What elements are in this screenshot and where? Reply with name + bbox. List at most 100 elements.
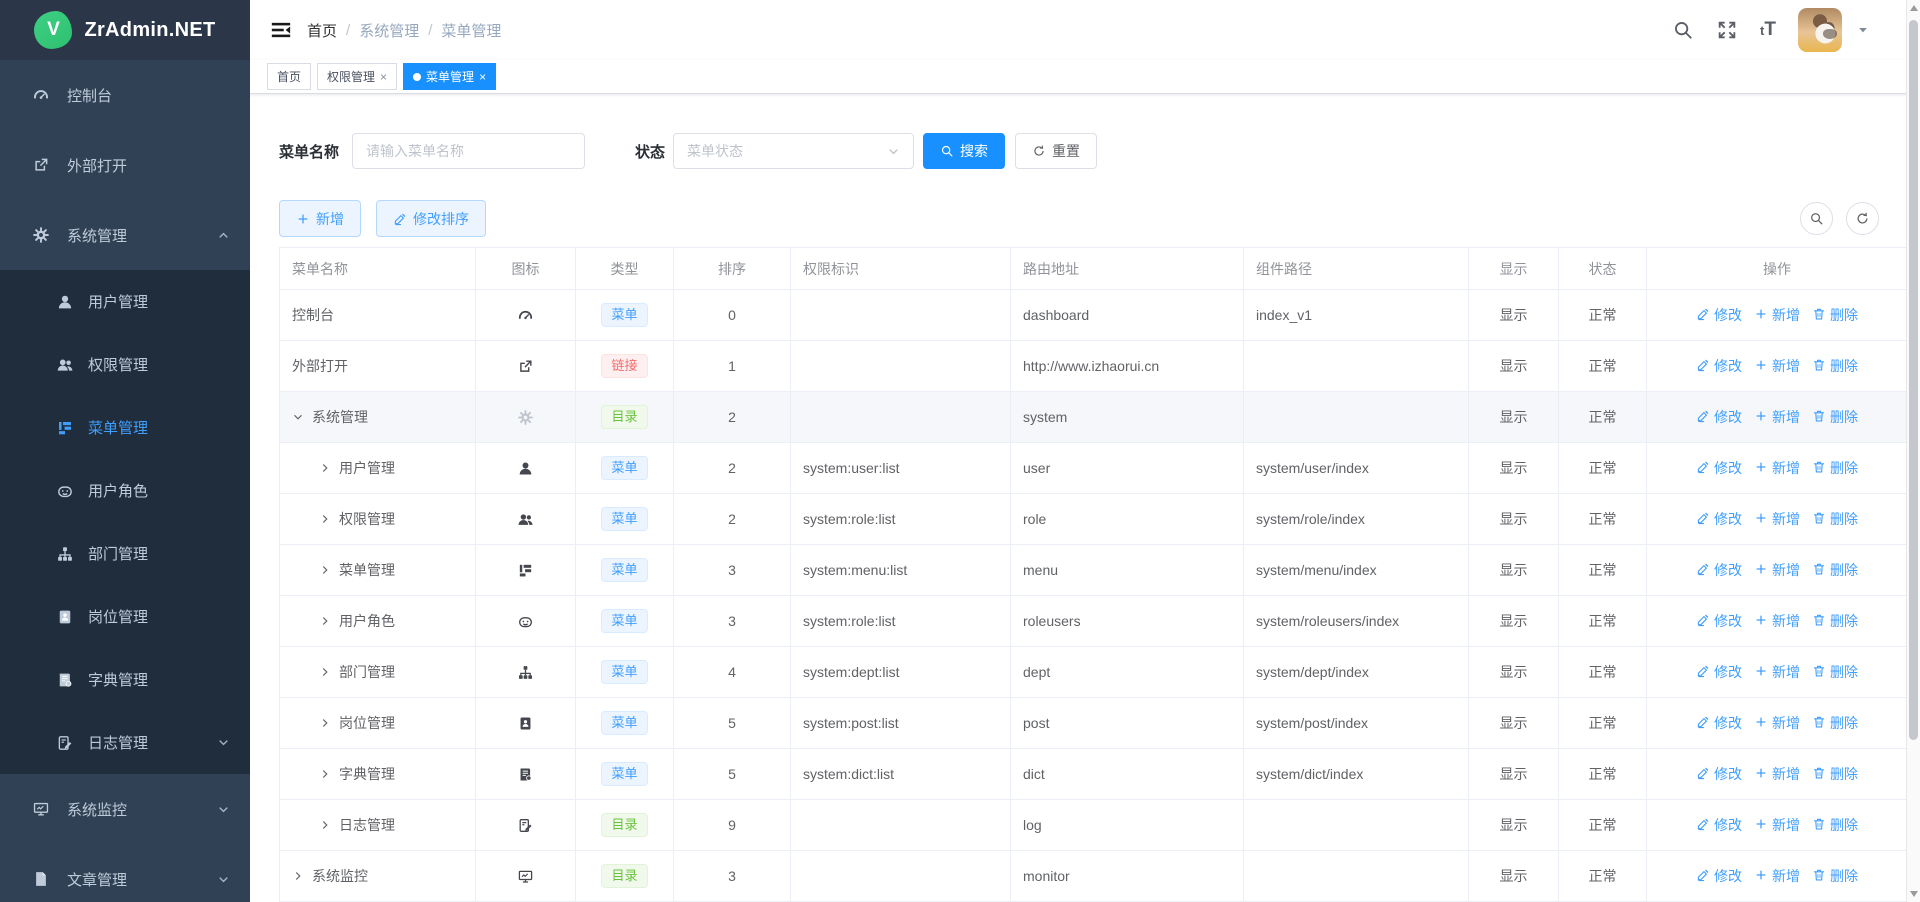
sort-button[interactable]: 修改排序 — [376, 200, 486, 237]
delete-link[interactable]: 删除 — [1812, 509, 1858, 529]
reset-button[interactable]: 重置 — [1015, 133, 1097, 169]
add-link[interactable]: 新增 — [1754, 713, 1800, 733]
add-link[interactable]: 新增 — [1754, 458, 1800, 478]
user-avatar[interactable] — [1798, 8, 1842, 52]
type-tag: 链接 — [601, 354, 647, 378]
scrollbar-down-arrow[interactable] — [1910, 891, 1918, 897]
sidebar-item-post[interactable]: 岗位管理 — [0, 585, 250, 648]
sidebar-item-menu[interactable]: 菜单管理 — [0, 396, 250, 459]
add-link[interactable]: 新增 — [1754, 662, 1800, 682]
edit-link[interactable]: 修改 — [1696, 713, 1742, 733]
tab-菜单管理[interactable]: 菜单管理× — [403, 63, 496, 90]
plus-icon — [1754, 562, 1768, 579]
sidebar-item-article[interactable]: 文章管理 — [0, 844, 250, 902]
delete-link[interactable]: 删除 — [1812, 611, 1858, 631]
caret-down-icon[interactable] — [1856, 23, 1870, 37]
component-path-cell: system/user/index — [1244, 443, 1469, 494]
delete-link[interactable]: 删除 — [1812, 764, 1858, 784]
edit-link[interactable]: 修改 — [1696, 305, 1742, 325]
add-link[interactable]: 新增 — [1754, 305, 1800, 325]
delete-link[interactable]: 删除 — [1812, 662, 1858, 682]
table-refresh-button[interactable] — [1846, 202, 1879, 235]
sidebar-item-log[interactable]: 日志管理 — [0, 711, 250, 774]
font-size-icon[interactable]: tT — [1760, 19, 1776, 42]
menu-name-input[interactable] — [352, 133, 585, 169]
scrollbar-thumb[interactable] — [1909, 20, 1918, 740]
delete-link[interactable]: 删除 — [1812, 356, 1858, 376]
menu-name-cell: 用户管理 — [280, 443, 476, 494]
menu-name: 用户角色 — [292, 611, 463, 631]
edit-link[interactable]: 修改 — [1696, 662, 1742, 682]
edit-link[interactable]: 修改 — [1696, 509, 1742, 529]
navbar-tools: tT — [1672, 8, 1870, 52]
tab-首页[interactable]: 首页 — [267, 63, 311, 90]
edit-link[interactable]: 修改 — [1696, 560, 1742, 580]
sidebar-item-dept[interactable]: 部门管理 — [0, 522, 250, 585]
sidebar-item-dashboard[interactable]: 控制台 — [0, 60, 250, 130]
add-link[interactable]: 新增 — [1754, 764, 1800, 784]
menu-type-cell: 菜单 — [576, 749, 674, 800]
sidebar-item-roleusers[interactable]: 用户角色 — [0, 459, 250, 522]
edit-link[interactable]: 修改 — [1696, 407, 1742, 427]
add-link[interactable]: 新增 — [1754, 560, 1800, 580]
sidebar-item-role[interactable]: 权限管理 — [0, 333, 250, 396]
hamburger-icon[interactable] — [270, 19, 292, 41]
trash-icon — [1812, 715, 1826, 732]
delete-link[interactable]: 删除 — [1812, 305, 1858, 325]
plus-icon — [1754, 409, 1768, 426]
delete-link[interactable]: 删除 — [1812, 866, 1858, 886]
status-select[interactable]: 菜单状态 — [673, 133, 914, 169]
fullscreen-icon[interactable] — [1716, 19, 1738, 41]
tab-权限管理[interactable]: 权限管理× — [317, 63, 397, 90]
logo-letter: V — [47, 19, 60, 41]
edit-link[interactable]: 修改 — [1696, 815, 1742, 835]
add-link[interactable]: 新增 — [1754, 509, 1800, 529]
status-cell: 正常 — [1559, 749, 1647, 800]
scrollbar-up-arrow[interactable] — [1910, 5, 1918, 11]
org-tree-icon — [517, 664, 534, 681]
add-link-label: 新增 — [1772, 560, 1800, 580]
pen-icon — [1696, 868, 1710, 885]
monitor-icon — [517, 868, 534, 885]
add-link[interactable]: 新增 — [1754, 356, 1800, 376]
sidebar-item-external[interactable]: 外部打开 — [0, 130, 250, 200]
delete-link[interactable]: 删除 — [1812, 407, 1858, 427]
delete-link[interactable]: 删除 — [1812, 713, 1858, 733]
sidebar-item-monitor[interactable]: 系统监控 — [0, 774, 250, 844]
close-icon[interactable]: × — [380, 71, 387, 83]
breadcrumb-item[interactable]: 首页 — [307, 20, 337, 41]
edit-link[interactable]: 修改 — [1696, 611, 1742, 631]
trash-icon — [1812, 358, 1826, 375]
sidebar-item-label: 菜单管理 — [88, 417, 148, 438]
add-button[interactable]: 新增 — [279, 200, 361, 237]
expand-icon — [319, 768, 331, 780]
delete-link[interactable]: 删除 — [1812, 458, 1858, 478]
delete-link[interactable]: 删除 — [1812, 815, 1858, 835]
edit-link[interactable]: 修改 — [1696, 356, 1742, 376]
sidebar-item-dict[interactable]: 字典管理 — [0, 648, 250, 711]
search-icon[interactable] — [1672, 19, 1694, 41]
window-scrollbar[interactable] — [1906, 0, 1920, 902]
menu-name-cell: 岗位管理 — [280, 698, 476, 749]
close-icon[interactable]: × — [479, 71, 486, 83]
add-link[interactable]: 新增 — [1754, 611, 1800, 631]
add-link[interactable]: 新增 — [1754, 407, 1800, 427]
add-link[interactable]: 新增 — [1754, 815, 1800, 835]
edit-link[interactable]: 修改 — [1696, 458, 1742, 478]
breadcrumb-separator: / — [346, 22, 350, 39]
book-icon — [517, 766, 534, 783]
search-button[interactable]: 搜索 — [923, 133, 1005, 169]
operations-cell: 修改新增删除 — [1647, 698, 1908, 749]
add-link[interactable]: 新增 — [1754, 866, 1800, 886]
sidebar-item-user[interactable]: 用户管理 — [0, 270, 250, 333]
sidebar-item-system[interactable]: 系统管理 — [0, 200, 250, 270]
expand-icon — [319, 615, 331, 627]
edit-link[interactable]: 修改 — [1696, 866, 1742, 886]
app-logo[interactable]: V ZrAdmin.NET — [0, 0, 250, 60]
table-search-button[interactable] — [1800, 202, 1833, 235]
chevron-down-icon — [887, 145, 900, 158]
sidebar-item-label: 权限管理 — [88, 354, 148, 375]
delete-link[interactable]: 删除 — [1812, 560, 1858, 580]
edit-link[interactable]: 修改 — [1696, 764, 1742, 784]
order-cell: 9 — [674, 800, 791, 851]
